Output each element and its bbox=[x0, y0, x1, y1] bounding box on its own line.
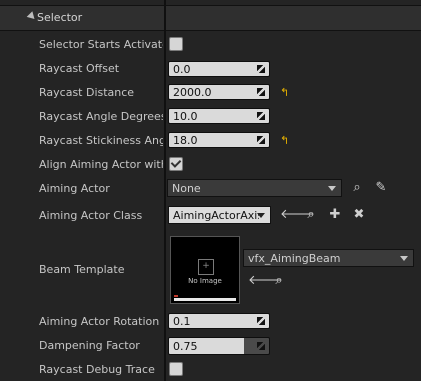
drag-arrows-icon[interactable] bbox=[257, 136, 265, 144]
aiming-actor-rotation-rate-value: 0.1 bbox=[173, 315, 191, 328]
placeholder-image-icon: + bbox=[198, 259, 214, 275]
beam-template-thumbnail[interactable]: + No Image bbox=[170, 236, 240, 304]
beam-template-value: vfx_AimingBeam bbox=[248, 252, 341, 265]
dampening-factor-value: 0.75 bbox=[173, 340, 198, 353]
row-aiming-actor-rotation-rate: Aiming Actor Rotation Rate 0.1 bbox=[0, 313, 421, 331]
use-selected-arrow-icon[interactable]: 🡐 bbox=[280, 207, 315, 223]
row-align-aiming-actor: Align Aiming Actor with Hit bbox=[0, 156, 421, 174]
section-header-selector[interactable]: Selector bbox=[0, 5, 421, 31]
raycast-offset-field[interactable]: 0.0 bbox=[168, 61, 270, 77]
row-aiming-actor-class: Aiming Actor Class AimingActorAxis 🡐 ⌕ ✚… bbox=[0, 206, 421, 226]
label-selector-starts-activated: Selector Starts Activated bbox=[39, 38, 163, 51]
aiming-actor-value: None bbox=[172, 182, 201, 195]
label-aiming-actor-class: Aiming Actor Class bbox=[39, 209, 143, 222]
label-raycast-debug-trace: Raycast Debug Trace bbox=[39, 363, 155, 376]
raycast-distance-value: 2000.0 bbox=[173, 86, 212, 99]
beam-template-dropdown[interactable]: vfx_AimingBeam bbox=[243, 249, 414, 267]
label-dampening-factor: Dampening Factor bbox=[39, 339, 140, 352]
aiming-actor-rotation-rate-field[interactable]: 0.1 bbox=[168, 313, 270, 329]
eyedropper-icon[interactable]: ✎ bbox=[373, 180, 389, 196]
raycast-distance-field[interactable]: 2000.0 bbox=[168, 84, 270, 100]
add-icon[interactable]: ✚ bbox=[327, 207, 343, 223]
chevron-down-icon bbox=[257, 213, 265, 218]
label-aiming-actor: Aiming Actor bbox=[39, 182, 110, 195]
raycast-offset-value: 0.0 bbox=[173, 63, 191, 76]
aiming-actor-class-dropdown[interactable]: AimingActorAxis bbox=[168, 206, 271, 224]
collapse-triangle-icon[interactable] bbox=[26, 11, 38, 22]
asset-color-marker bbox=[174, 295, 178, 297]
label-align-aiming-actor: Align Aiming Actor with Hit bbox=[39, 158, 163, 171]
aiming-actor-class-value: AimingActorAxis bbox=[173, 209, 259, 222]
row-raycast-offset: Raycast Offset 0.0 bbox=[0, 60, 421, 78]
aiming-actor-dropdown[interactable]: None bbox=[167, 179, 342, 197]
label-raycast-offset: Raycast Offset bbox=[39, 62, 120, 75]
thumbnail-asset-bar bbox=[174, 298, 236, 301]
no-image-text: No Image bbox=[188, 277, 222, 285]
label-beam-template: Beam Template bbox=[39, 263, 125, 276]
drag-arrows-icon[interactable] bbox=[257, 112, 265, 120]
clear-icon[interactable]: ✖ bbox=[351, 207, 367, 223]
reset-arrow-icon[interactable]: ↰ bbox=[280, 87, 290, 98]
drag-arrows-icon[interactable] bbox=[257, 317, 265, 325]
use-selected-arrow-icon[interactable]: 🡐 bbox=[248, 273, 283, 289]
label-raycast-stickiness-angle: Raycast Stickiness Angle bbox=[39, 134, 163, 147]
raycast-angle-degrees-value: 10.0 bbox=[173, 110, 198, 123]
reset-arrow-icon[interactable]: ↰ bbox=[280, 135, 290, 146]
row-raycast-angle-degrees: Raycast Angle Degrees 10.0 bbox=[0, 108, 421, 126]
search-icon[interactable]: ⌕ bbox=[271, 273, 287, 289]
drag-arrows-icon[interactable] bbox=[257, 65, 265, 73]
section-title: Selector bbox=[37, 11, 83, 24]
chevron-down-icon bbox=[328, 186, 336, 191]
selector-starts-activated-checkbox[interactable] bbox=[169, 37, 183, 51]
chevron-down-icon bbox=[400, 256, 408, 261]
raycast-stickiness-angle-value: 18.0 bbox=[173, 134, 198, 147]
label-raycast-angle-degrees: Raycast Angle Degrees bbox=[39, 110, 163, 123]
label-aiming-actor-rotation-rate: Aiming Actor Rotation Rate bbox=[39, 315, 163, 328]
row-raycast-distance: Raycast Distance 2000.0 ↰ bbox=[0, 84, 421, 102]
drag-arrows-icon[interactable] bbox=[257, 342, 265, 350]
search-icon[interactable]: ⌕ bbox=[303, 207, 319, 223]
raycast-stickiness-angle-field[interactable]: 18.0 bbox=[168, 132, 270, 148]
row-aiming-actor: Aiming Actor None ⌕ ✎ bbox=[0, 179, 421, 199]
raycast-angle-degrees-field[interactable]: 10.0 bbox=[168, 108, 270, 124]
row-selector-starts-activated: Selector Starts Activated bbox=[0, 36, 421, 54]
row-raycast-debug-trace: Raycast Debug Trace bbox=[0, 361, 421, 379]
row-raycast-stickiness-angle: Raycast Stickiness Angle 18.0 ↰ bbox=[0, 132, 421, 150]
drag-arrows-icon[interactable] bbox=[257, 88, 265, 96]
dampening-factor-slider[interactable]: 0.75 bbox=[168, 337, 270, 355]
label-raycast-distance: Raycast Distance bbox=[39, 86, 135, 99]
align-aiming-actor-checkbox[interactable] bbox=[169, 157, 183, 171]
raycast-debug-trace-checkbox[interactable] bbox=[169, 362, 183, 376]
search-icon[interactable]: ⌕ bbox=[349, 180, 365, 196]
